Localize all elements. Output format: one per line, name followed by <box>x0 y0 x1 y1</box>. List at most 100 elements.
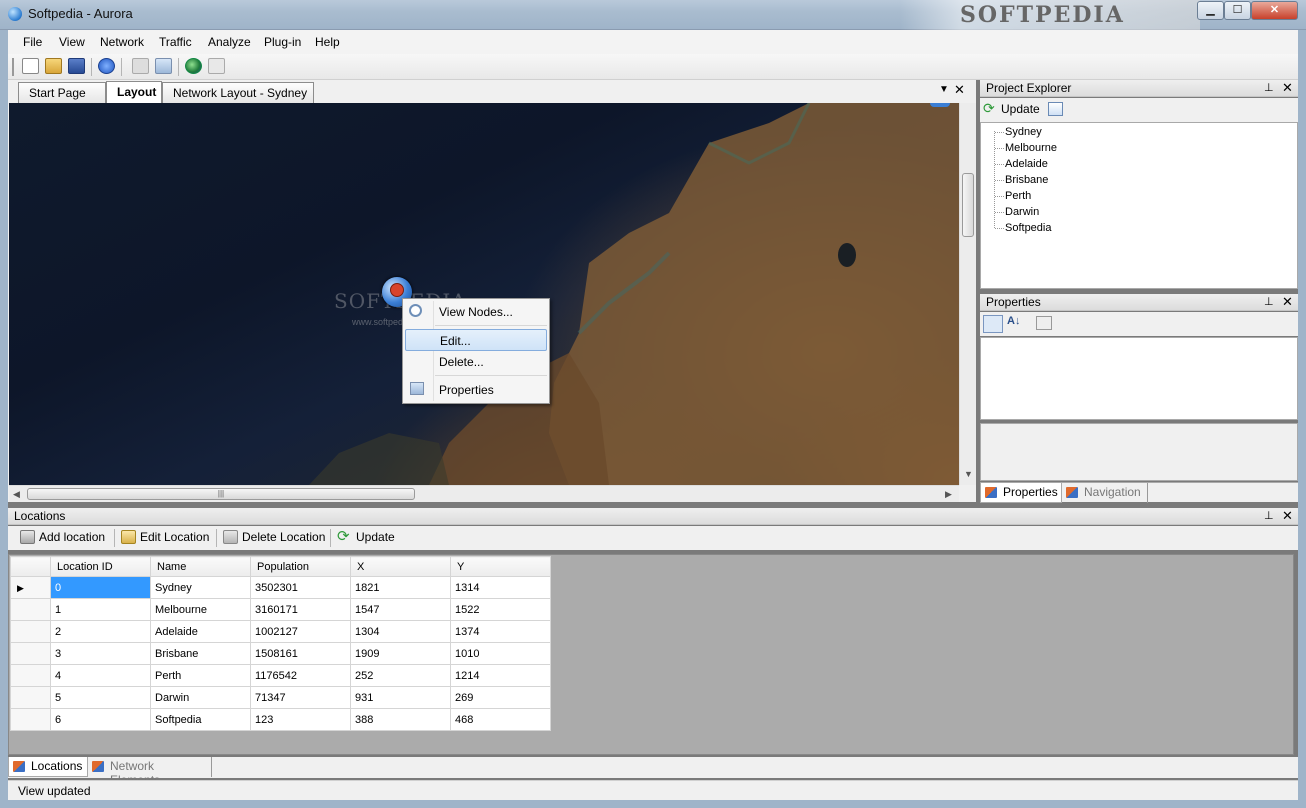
map-vertical-scrollbar[interactable]: ▼ <box>959 103 976 485</box>
table-cell[interactable]: 1314 <box>450 576 551 599</box>
table-cell[interactable]: Softpedia <box>150 708 251 731</box>
menu-file[interactable]: File <box>23 35 42 49</box>
tab-layout[interactable]: Layout <box>106 81 162 104</box>
table-cell[interactable]: 3160171 <box>250 598 351 621</box>
column-header-name[interactable]: Name <box>150 556 251 577</box>
help-icon[interactable] <box>98 58 115 74</box>
table-row[interactable]: 1 Melbourne 3160171 1547 1522 <box>10 598 551 621</box>
property-grid[interactable] <box>980 337 1298 420</box>
horizontal-scroll-thumb[interactable]: ||| <box>27 488 415 500</box>
update-locations-button[interactable]: ⟳ Update <box>337 528 395 545</box>
menu-item-edit[interactable]: Edit... <box>405 329 547 351</box>
row-header-current[interactable]: ▶ <box>10 576 51 599</box>
table-cell[interactable]: 1304 <box>350 620 451 643</box>
tab-properties[interactable]: Properties <box>980 483 1062 503</box>
row-header[interactable] <box>10 620 51 643</box>
table-cell[interactable]: 3 <box>50 642 151 665</box>
table-cell[interactable]: 1821 <box>350 576 451 599</box>
table-row[interactable]: 5 Darwin 71347 931 269 <box>10 686 551 709</box>
sort-alphabetical-icon[interactable]: A↓ <box>1007 315 1020 327</box>
properties-icon[interactable] <box>155 58 172 74</box>
tree-item-darwin[interactable]: Darwin <box>1005 206 1039 218</box>
table-row[interactable]: 3 Brisbane 1508161 1909 1010 <box>10 642 551 665</box>
table-cell[interactable]: 1909 <box>350 642 451 665</box>
scroll-right-icon[interactable]: ▶ <box>945 489 952 500</box>
save-icon[interactable] <box>68 58 85 74</box>
menu-analyze[interactable]: Analyze <box>208 35 251 49</box>
table-cell[interactable]: 931 <box>350 686 451 709</box>
table-row[interactable]: ▶ 0 Sydney 3502301 1821 1314 <box>10 576 551 599</box>
tab-dropdown-icon[interactable]: ▼ <box>939 84 949 95</box>
property-pages-icon[interactable] <box>1036 316 1052 330</box>
edit-location-button[interactable]: Edit Location <box>121 530 209 544</box>
scroll-down-icon[interactable]: ▼ <box>964 469 973 479</box>
table-cell[interactable]: Sydney <box>150 576 251 599</box>
tree-item-adelaide[interactable]: Adelaide <box>1005 158 1048 170</box>
table-cell[interactable]: 252 <box>350 664 451 687</box>
table-cell[interactable]: 1522 <box>450 598 551 621</box>
table-cell[interactable]: 1547 <box>350 598 451 621</box>
network-nodes-icon[interactable] <box>132 58 149 74</box>
row-header[interactable] <box>10 598 51 621</box>
close-panel-icon[interactable]: ✕ <box>1282 508 1293 524</box>
table-cell[interactable]: 388 <box>350 708 451 731</box>
toolbar-grip[interactable] <box>12 58 14 76</box>
table-cell[interactable]: Melbourne <box>150 598 251 621</box>
table-cell[interactable]: 6 <box>50 708 151 731</box>
menu-help[interactable]: Help <box>315 35 340 49</box>
new-document-icon[interactable] <box>22 58 39 74</box>
pin-icon[interactable]: ⊥ <box>1264 295 1274 308</box>
menu-item-delete[interactable]: Delete... <box>405 351 547 373</box>
table-cell[interactable]: 468 <box>450 708 551 731</box>
row-header[interactable] <box>10 642 51 665</box>
menu-traffic[interactable]: Traffic <box>159 35 192 49</box>
table-cell[interactable]: Brisbane <box>150 642 251 665</box>
delete-location-button[interactable]: Delete Location <box>223 530 325 544</box>
table-cell[interactable]: 4 <box>50 664 151 687</box>
table-cell[interactable]: 1214 <box>450 664 551 687</box>
hierarchy-icon[interactable] <box>208 58 225 74</box>
table-cell[interactable]: 123 <box>250 708 351 731</box>
tab-start-page[interactable]: Start Page <box>18 82 106 103</box>
minimize-button[interactable]: ▁ <box>1197 1 1224 20</box>
table-row[interactable]: 4 Perth 1176542 252 1214 <box>10 664 551 687</box>
row-header-corner[interactable] <box>10 556 51 577</box>
pin-icon[interactable]: ⊥ <box>1264 509 1274 522</box>
tab-network-elements[interactable]: Network Elements <box>88 757 212 787</box>
table-cell[interactable]: 1176542 <box>250 664 351 687</box>
tab-navigation[interactable]: Navigation <box>1062 483 1148 503</box>
tree-item-perth[interactable]: Perth <box>1005 190 1031 202</box>
close-panel-icon[interactable]: ✕ <box>1282 294 1293 310</box>
table-cell[interactable]: Perth <box>150 664 251 687</box>
row-header[interactable] <box>10 686 51 709</box>
menu-network[interactable]: Network <box>100 35 144 49</box>
globe-icon[interactable] <box>185 58 202 74</box>
table-cell[interactable]: 0 <box>50 576 151 599</box>
pin-icon[interactable]: ⊥ <box>1264 81 1274 94</box>
column-header-y[interactable]: Y <box>450 556 551 577</box>
add-location-button[interactable]: Add location <box>20 530 105 544</box>
tree-item-melbourne[interactable]: Melbourne <box>1005 142 1057 154</box>
table-cell[interactable]: 2 <box>50 620 151 643</box>
column-header-location-id[interactable]: Location ID <box>50 556 151 577</box>
table-cell[interactable]: 1374 <box>450 620 551 643</box>
scroll-left-icon[interactable]: ◀ <box>13 489 20 500</box>
menu-item-view-nodes[interactable]: View Nodes... <box>405 301 547 323</box>
table-cell[interactable]: 71347 <box>250 686 351 709</box>
title-bar[interactable]: Softpedia - Aurora SOFTPEDIA ▁ ☐ ✕ <box>0 0 1306 30</box>
row-header[interactable] <box>10 664 51 687</box>
satellite-map[interactable]: SOFTPEDIA www.softpedia.com <box>9 103 959 485</box>
menu-plugin[interactable]: Plug-in <box>264 35 301 49</box>
close-panel-icon[interactable]: ✕ <box>1282 80 1293 96</box>
categorized-icon[interactable] <box>983 315 1003 333</box>
map-horizontal-scrollbar[interactable]: ◀ ||| ▶ <box>9 485 959 502</box>
maximize-button[interactable]: ☐ <box>1224 1 1251 20</box>
open-folder-icon[interactable] <box>45 58 62 74</box>
table-cell[interactable]: 1010 <box>450 642 551 665</box>
column-header-population[interactable]: Population <box>250 556 351 577</box>
tree-item-brisbane[interactable]: Brisbane <box>1005 174 1048 186</box>
menu-item-properties[interactable]: Properties <box>405 379 547 401</box>
table-cell[interactable]: 3502301 <box>250 576 351 599</box>
table-cell[interactable]: 1002127 <box>250 620 351 643</box>
table-cell[interactable]: 1 <box>50 598 151 621</box>
